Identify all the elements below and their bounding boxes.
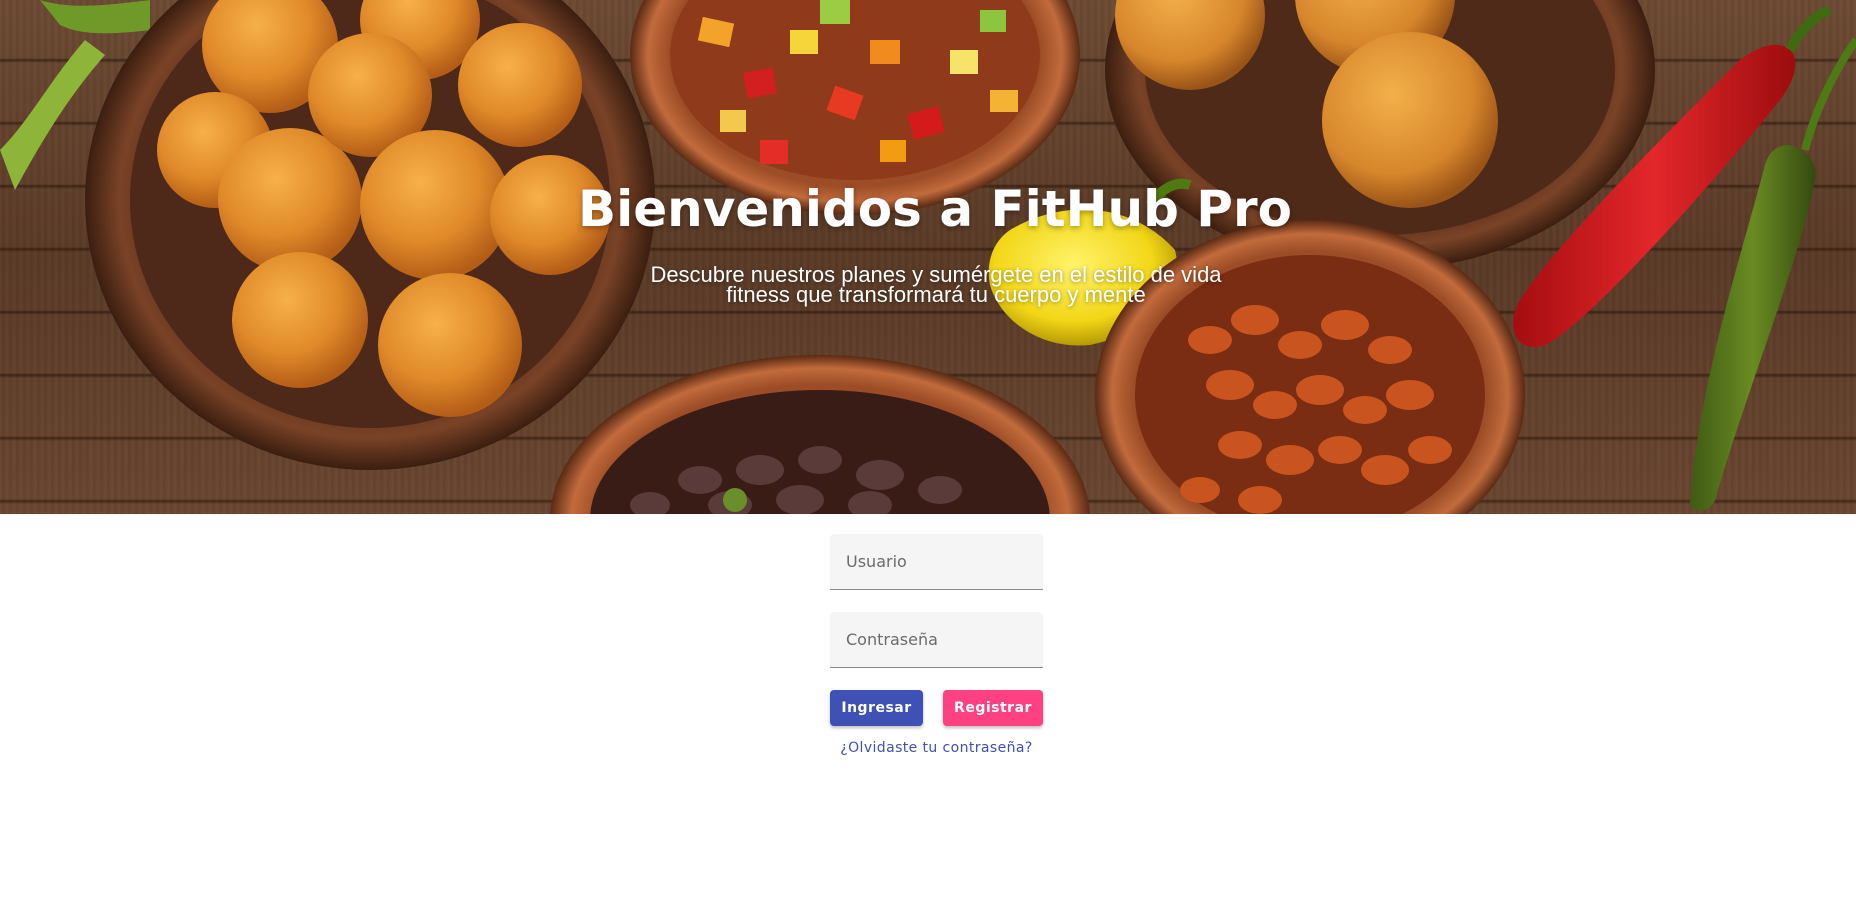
- username-input[interactable]: [830, 534, 1043, 589]
- hero-text: Bienvenidos a FitHub Pro Descubre nuestr…: [0, 0, 1856, 514]
- login-form: Ingresar Registrar ¿Olvidaste tu contras…: [830, 534, 1043, 756]
- password-field[interactable]: [830, 612, 1043, 668]
- hero-banner: Bienvenidos a FitHub Pro Descubre nuestr…: [0, 0, 1856, 514]
- register-button[interactable]: Registrar: [943, 690, 1043, 726]
- username-field[interactable]: [830, 534, 1043, 590]
- password-input[interactable]: [830, 612, 1043, 667]
- forgot-password-link[interactable]: ¿Olvidaste tu contraseña?: [830, 740, 1043, 756]
- login-button[interactable]: Ingresar: [830, 690, 923, 726]
- button-row: Ingresar Registrar: [830, 690, 1043, 726]
- hero-subtitle: Descubre nuestros planes y sumérgete en …: [650, 262, 1222, 307]
- page-title: Bienvenidos a FitHub Pro: [578, 180, 1292, 238]
